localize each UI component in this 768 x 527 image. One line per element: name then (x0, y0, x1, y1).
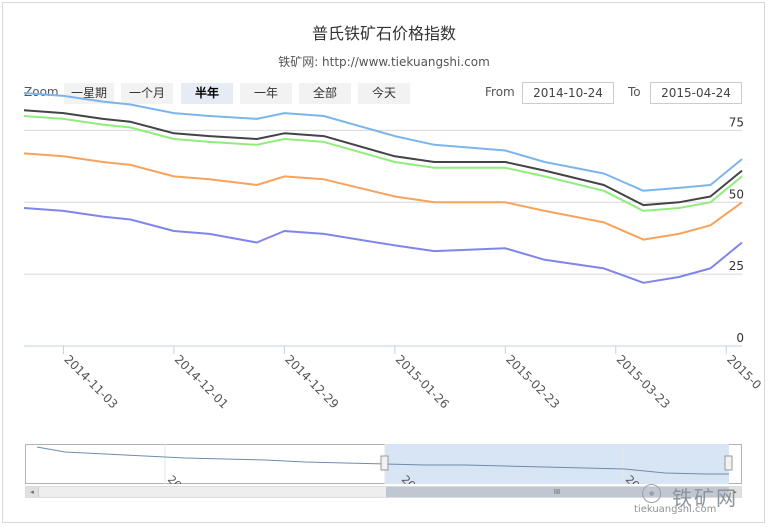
chart-subtitle: 铁矿网: http://www.tiekuangshi.com (278, 55, 490, 69)
zoom-button-1y[interactable]: 一年 (240, 83, 292, 104)
zoom-button-6m[interactable]: 半年 (181, 83, 233, 104)
navigator-handle-left[interactable] (380, 455, 389, 471)
zoom-button-today[interactable]: 今天 (358, 83, 410, 104)
zoom-button-1m[interactable]: 一个月 (121, 83, 173, 104)
navigator-handle-right[interactable] (724, 455, 733, 471)
zoom-button-all[interactable]: 全部 (299, 83, 351, 104)
zoom-button-1w[interactable]: 一星期 (64, 83, 114, 104)
scrollbar[interactable]: ◂ III ▸ (25, 486, 742, 498)
to-label: To (628, 85, 641, 99)
scroll-left-arrow-icon[interactable]: ◂ (26, 487, 39, 497)
watermark-url: tiekuangshi.com (634, 504, 717, 515)
navigator-selection[interactable] (385, 444, 729, 484)
to-date-input[interactable] (650, 82, 742, 104)
from-date-input[interactable] (522, 82, 614, 104)
from-label: From (485, 85, 515, 99)
zoom-label: Zoom (24, 85, 59, 99)
navigator-label: 2014-07 (165, 473, 207, 484)
chart-title: 普氏铁矿石价格指数 (311, 24, 456, 43)
watermark: ☉ 铁矿网 tiekuangshi.com (634, 480, 760, 520)
navigator[interactable]: 2014-07 2014-11 2015-03 (25, 444, 742, 484)
